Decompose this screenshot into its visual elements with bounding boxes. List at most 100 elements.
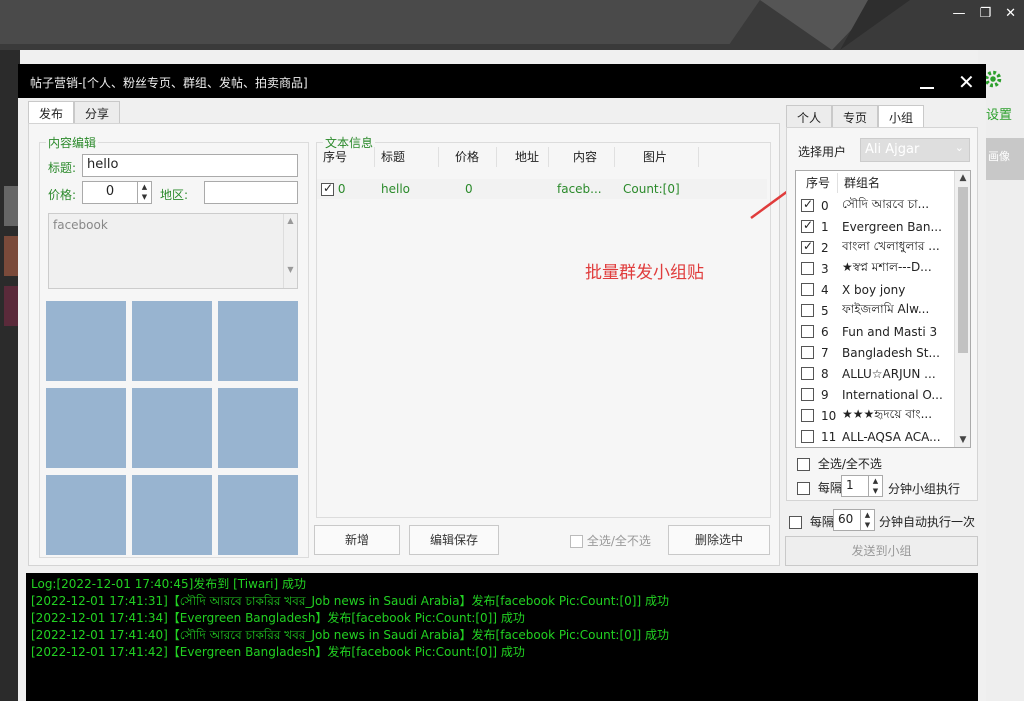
column-header[interactable]: 地址 bbox=[497, 147, 549, 167]
tab-publish[interactable]: 发布 bbox=[28, 101, 75, 123]
image-slot[interactable] bbox=[132, 475, 212, 555]
group-checkbox[interactable] bbox=[801, 304, 814, 317]
minimize-icon[interactable]: — bbox=[952, 6, 965, 21]
group-checkbox[interactable] bbox=[801, 325, 814, 338]
group-select-all-checkbox[interactable] bbox=[797, 458, 810, 471]
region-input[interactable] bbox=[204, 181, 298, 204]
list-item[interactable]: 7 Bangladesh St... bbox=[796, 342, 956, 363]
group-name: ALLU☆ARJUN ... bbox=[842, 366, 936, 381]
image-slot[interactable] bbox=[46, 388, 126, 468]
group-checkbox[interactable] bbox=[801, 262, 814, 275]
group-index: 9 bbox=[821, 387, 829, 402]
image-slot[interactable] bbox=[218, 388, 298, 468]
scroll-down-icon[interactable]: ▼ bbox=[955, 435, 970, 445]
delete-selected-button[interactable]: 删除选中 bbox=[668, 525, 770, 555]
list-item[interactable]: 1 Evergreen Ban... bbox=[796, 216, 956, 237]
row-index: 0 bbox=[337, 182, 346, 196]
log-line: Log:[2022-12-01 17:40:45]发布到 [Tiwari] 成功 bbox=[31, 577, 307, 591]
edit-save-button[interactable]: 编辑保存 bbox=[409, 525, 499, 555]
title-input[interactable]: hello bbox=[82, 154, 298, 177]
column-header[interactable]: 序号 bbox=[796, 173, 838, 193]
restore-icon[interactable]: ❐ bbox=[979, 6, 991, 21]
column-header[interactable]: 图片 bbox=[615, 147, 699, 167]
close-icon[interactable]: ✕ bbox=[1005, 6, 1016, 21]
stepper-arrows-icon[interactable]: ▲ ▼ bbox=[137, 182, 151, 203]
group-select-all[interactable]: 全选/全不选 bbox=[797, 455, 882, 472]
group-checkbox[interactable] bbox=[801, 283, 814, 296]
group-checkbox[interactable] bbox=[801, 388, 814, 401]
group-index: 5 bbox=[821, 303, 829, 318]
scroll-thumb[interactable] bbox=[958, 187, 968, 353]
list-item[interactable]: 6 Fun and Masti 3 bbox=[796, 321, 956, 342]
group-checkbox[interactable] bbox=[801, 409, 814, 422]
log-line: [2022-12-01 17:41:42]【Evergreen Banglade… bbox=[31, 645, 525, 659]
image-slot[interactable] bbox=[218, 301, 298, 381]
select-all-checkbox[interactable] bbox=[570, 535, 583, 548]
image-slot[interactable] bbox=[46, 301, 126, 381]
tab-share[interactable]: 分享 bbox=[74, 101, 121, 123]
content-textarea[interactable]: facebook ▲ ▼ bbox=[48, 213, 298, 289]
column-header[interactable]: 内容 bbox=[549, 147, 615, 167]
settings-label[interactable]: 设置 bbox=[986, 104, 1012, 123]
list-item[interactable]: 10 ★★★হৃদয়ে বাং... bbox=[796, 405, 956, 426]
group-name: সৌদি আরবে চা... bbox=[842, 196, 930, 211]
group-checkbox[interactable] bbox=[801, 367, 814, 380]
price-stepper[interactable]: 0 ▲ ▼ bbox=[82, 181, 152, 204]
group-checkbox[interactable] bbox=[801, 197, 814, 212]
every-checkbox[interactable] bbox=[797, 482, 810, 495]
user-label: 选择用户 bbox=[798, 145, 847, 159]
auto-checkbox[interactable] bbox=[789, 516, 802, 529]
user-select[interactable]: Ali Ajgar ⌄ bbox=[860, 138, 970, 162]
column-header[interactable]: 标题 bbox=[375, 147, 439, 167]
table-row[interactable]: 0 hello 0 faceb... Count:[0] bbox=[317, 179, 767, 199]
row-checkbox[interactable] bbox=[321, 181, 334, 196]
tab-page[interactable]: 专页 bbox=[832, 105, 879, 127]
column-header[interactable]: 序号 bbox=[317, 147, 375, 167]
group-index: 8 bbox=[821, 366, 829, 381]
add-button[interactable]: 新增 bbox=[314, 525, 400, 555]
tab-group[interactable]: 小组 bbox=[878, 105, 925, 127]
list-item[interactable]: 9 International O... bbox=[796, 384, 956, 405]
list-item[interactable]: 2 বাংলা খেলাধুলার ... bbox=[796, 237, 956, 258]
textarea-scrollbar[interactable]: ▲ ▼ bbox=[283, 214, 297, 288]
group-checkbox[interactable] bbox=[801, 218, 814, 233]
group-checkbox[interactable] bbox=[801, 239, 814, 254]
image-slot[interactable] bbox=[46, 475, 126, 555]
send-to-group-button[interactable]: 发送到小组 bbox=[785, 536, 978, 566]
list-item[interactable]: 8 ALLU☆ARJUN ... bbox=[796, 363, 956, 384]
group-checkbox[interactable] bbox=[801, 346, 814, 359]
group-list-scrollbar[interactable]: ▲ ▼ bbox=[954, 171, 970, 447]
image-slot[interactable] bbox=[132, 388, 212, 468]
group-name: Bangladesh St... bbox=[842, 345, 940, 360]
group-checkbox[interactable] bbox=[801, 430, 814, 443]
title-label: 标题: bbox=[48, 161, 77, 175]
list-item[interactable]: 11 ALL-AQSA ACA... bbox=[796, 426, 956, 447]
close-button[interactable]: ✕ bbox=[958, 70, 975, 94]
column-header[interactable]: 价格 bbox=[439, 147, 497, 167]
log-line: [2022-12-01 17:41:34]【Evergreen Banglade… bbox=[31, 611, 525, 625]
image-slot[interactable] bbox=[132, 301, 212, 381]
background-side-tab[interactable]: 画像 bbox=[984, 138, 1024, 180]
log-console: Log:[2022-12-01 17:40:45]发布到 [Tiwari] 成功… bbox=[26, 573, 978, 701]
column-header[interactable]: 群组名 bbox=[838, 173, 956, 193]
group-index: 2 bbox=[821, 240, 829, 255]
stepper-arrows-icon[interactable]: ▲ ▼ bbox=[860, 510, 874, 530]
tab-personal[interactable]: 个人 bbox=[786, 105, 833, 127]
every-stepper[interactable]: 1 ▲ ▼ bbox=[841, 475, 883, 497]
list-item[interactable]: 0 সৌদি আরবে চা... bbox=[796, 195, 956, 216]
list-item[interactable]: 5 ফাইজলামি Alw... bbox=[796, 300, 956, 321]
image-slot[interactable] bbox=[218, 475, 298, 555]
auto-value: 60 bbox=[838, 512, 854, 526]
dialog-title: 帖子营销-[个人、粉丝专页、群组、发帖、拍卖商品] bbox=[30, 76, 308, 90]
minimize-button[interactable] bbox=[920, 87, 934, 89]
region-label: 地区: bbox=[160, 188, 189, 202]
stepper-arrows-icon[interactable]: ▲ ▼ bbox=[868, 476, 882, 496]
every-value: 1 bbox=[846, 478, 854, 492]
list-item[interactable]: 3 ★স্বপ্ন মশাল---D... bbox=[796, 258, 956, 279]
select-all-left[interactable]: 全选/全不选 bbox=[570, 532, 651, 549]
text-info-group: 文本信息 序号 标题 价格 地址 内容 图片 0 hello 0 faceb..… bbox=[316, 134, 771, 518]
list-item[interactable]: 4 X boy jony bbox=[796, 279, 956, 300]
scroll-up-icon[interactable]: ▲ bbox=[955, 173, 970, 183]
group-name: ★স্বপ্ন মশাল---D... bbox=[842, 259, 932, 274]
auto-stepper[interactable]: 60 ▲ ▼ bbox=[833, 509, 875, 531]
